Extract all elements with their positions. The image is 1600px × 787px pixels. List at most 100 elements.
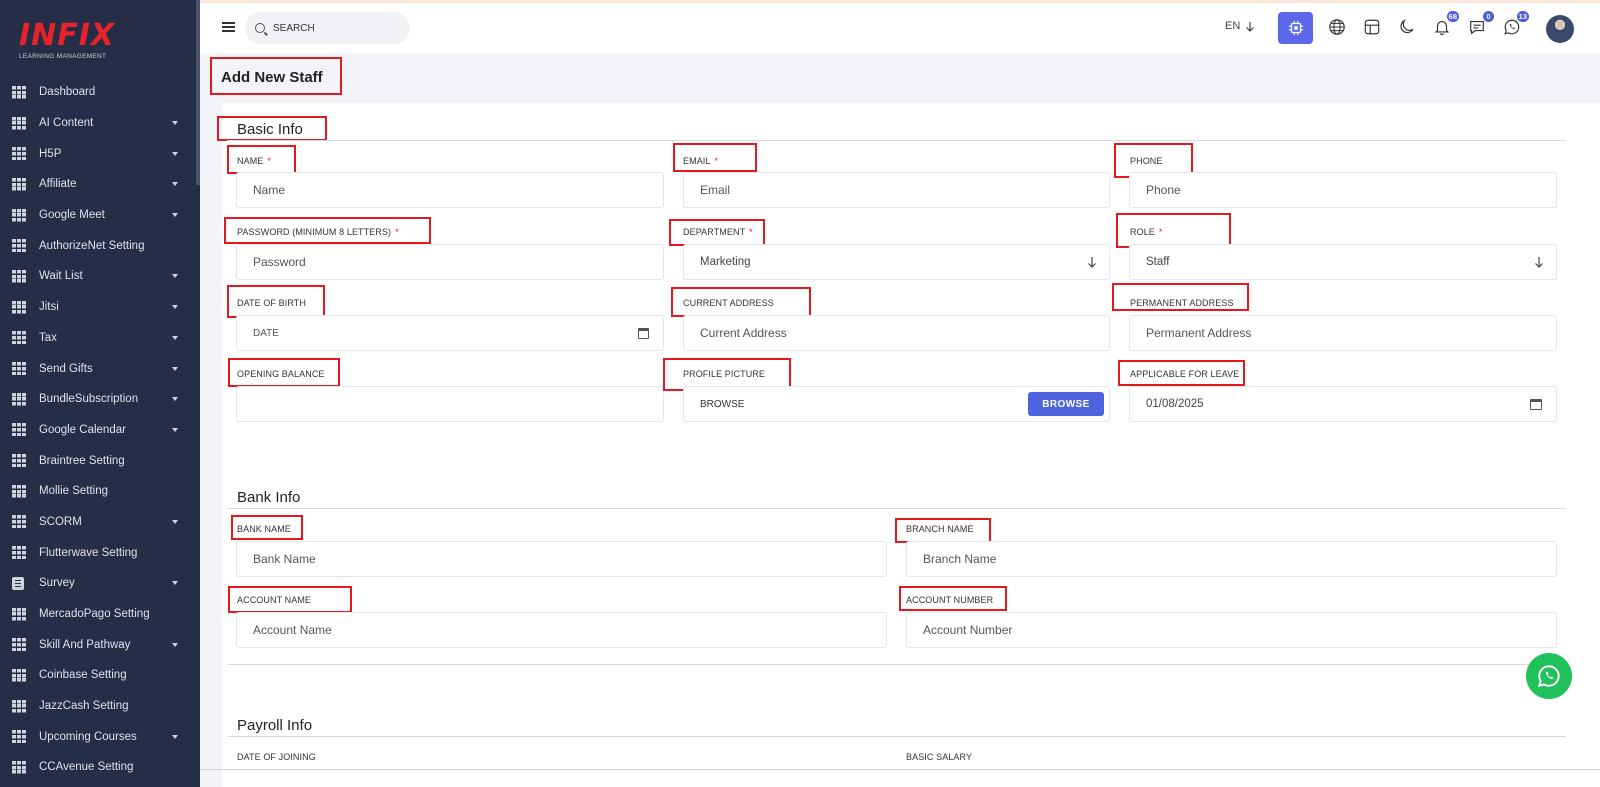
survey-icon (12, 576, 24, 590)
email-field[interactable] (683, 172, 1110, 208)
sidebar-item-scorm[interactable]: SCORM (0, 507, 200, 538)
leave-date-field[interactable]: 01/08/2025 (1129, 386, 1557, 422)
caret-down-icon[interactable] (172, 397, 178, 402)
caret-down-icon[interactable] (172, 213, 178, 218)
phone-field[interactable] (1129, 172, 1557, 208)
email-input[interactable] (700, 183, 1109, 197)
caret-down-icon[interactable] (172, 121, 178, 126)
account-name-input[interactable] (253, 623, 886, 637)
caret-down-icon[interactable] (172, 427, 178, 432)
whatsapp-icon[interactable]: 13 (1500, 10, 1530, 39)
sidebar-item-label: AuthorizeNet Setting (39, 239, 145, 252)
caret-down-icon[interactable] (172, 734, 178, 739)
caret-down-icon[interactable] (172, 305, 178, 310)
caret-down-icon[interactable] (172, 642, 178, 647)
dob-label-highlight (227, 285, 325, 318)
sidebar-item-google-meet[interactable]: Google Meet (0, 200, 200, 231)
name-field[interactable] (236, 172, 664, 208)
sidebar-item-label: H5P (39, 147, 62, 160)
language-selector[interactable]: EN (1225, 20, 1255, 32)
name-input[interactable] (253, 183, 663, 197)
sidebar-item-google-calendar[interactable]: Google Calendar (0, 415, 200, 446)
caret-down-icon[interactable] (172, 366, 178, 371)
calendar-icon[interactable] (1530, 398, 1542, 410)
sidebar-item-bundlesubscription[interactable]: BundleSubscription (0, 384, 200, 415)
grid-icon (12, 392, 26, 406)
payroll-info-divider (227, 736, 1566, 737)
account-number-input[interactable] (923, 623, 1556, 637)
sidebar-item-wait-list[interactable]: Wait List (0, 261, 200, 292)
sidebar-item-dashboard[interactable]: Dashboard (0, 77, 200, 108)
browse-button[interactable]: BROWSE (1028, 392, 1104, 416)
sidebar-item-jazzcash-setting[interactable]: JazzCash Setting (0, 691, 200, 722)
role-select[interactable]: Staff (1129, 244, 1557, 280)
sidebar-item-flutterwave-setting[interactable]: Flutterwave Setting (0, 537, 200, 568)
opening-balance-input[interactable] (253, 397, 663, 411)
search-box[interactable] (245, 12, 410, 44)
sidebar-item-label: Google Calendar (39, 423, 126, 436)
sidebar-item-label: Google Meet (39, 209, 105, 222)
caret-down-icon[interactable] (172, 182, 178, 187)
phone-input[interactable] (1146, 183, 1556, 197)
menu-toggle-icon[interactable] (222, 22, 235, 32)
name-label-highlight (227, 145, 296, 174)
bank-name-input[interactable] (253, 552, 886, 566)
user-avatar[interactable] (1546, 15, 1574, 43)
opening-balance-field[interactable] (236, 386, 664, 422)
sidebar-item-label: Braintree Setting (39, 454, 125, 467)
sidebar-item-skill-and-pathway[interactable]: Skill And Pathway (0, 629, 200, 660)
sidebar-item-braintree-setting[interactable]: Braintree Setting (0, 445, 200, 476)
account-number-field[interactable] (906, 612, 1557, 648)
branch-name-field[interactable] (906, 541, 1557, 577)
sidebar-item-send-gifts[interactable]: Send Gifts (0, 353, 200, 384)
password-input[interactable] (253, 255, 663, 269)
whatsapp-icon (1537, 665, 1560, 688)
department-value: Marketing (700, 256, 751, 268)
account-name-field[interactable] (236, 612, 887, 648)
permanent-address-input[interactable] (1146, 326, 1556, 340)
caret-down-icon[interactable] (172, 335, 178, 340)
sidebar-item-label: MercadoPago Setting (39, 608, 150, 621)
sidebar-item-mollie-setting[interactable]: Mollie Setting (0, 476, 200, 507)
brand-logo[interactable]: INFIX LEARNING MANAGEMENT (19, 20, 129, 64)
dob-input[interactable] (253, 327, 638, 339)
branch-name-label-highlight (895, 518, 991, 543)
current-address-field[interactable] (683, 315, 1110, 351)
sidebar-item-label: Flutterwave Setting (39, 546, 138, 559)
sidebar: INFIX LEARNING MANAGEMENT Dashboard AI Co… (0, 0, 200, 787)
sidebar-item-h5p[interactable]: H5P (0, 138, 200, 169)
sidebar-item-upcoming-courses[interactable]: Upcoming Courses (0, 721, 200, 752)
branch-name-input[interactable] (923, 552, 1556, 566)
sidebar-item-affiliate[interactable]: Affiliate (0, 169, 200, 200)
whatsapp-chat-button[interactable] (1526, 653, 1572, 699)
sidebar-item-coinbase-setting[interactable]: Coinbase Setting (0, 660, 200, 691)
search-input[interactable] (273, 22, 393, 34)
date-of-joining-label: DATE OF JOINING (237, 752, 316, 762)
sidebar-item-ccavenue-setting[interactable]: CCAvenue Setting (0, 752, 200, 783)
layout-icon[interactable] (1360, 15, 1384, 39)
password-field[interactable] (236, 244, 664, 280)
chip-icon[interactable] (1278, 12, 1313, 44)
sidebar-item-authorizenet-setting[interactable]: AuthorizeNet Setting (0, 230, 200, 261)
sidebar-item-label: CCAvenue Setting (39, 761, 134, 774)
profile-picture-field[interactable]: BROWSE BROWSE (683, 386, 1110, 422)
caret-down-icon[interactable] (172, 151, 178, 156)
globe-icon[interactable] (1325, 15, 1349, 39)
sidebar-item-jitsi[interactable]: Jitsi (0, 292, 200, 323)
caret-down-icon[interactable] (172, 581, 178, 586)
sidebar-item-tax[interactable]: Tax (0, 323, 200, 354)
caret-down-icon[interactable] (172, 519, 178, 524)
chat-icon[interactable]: 0 (1465, 10, 1495, 39)
permanent-address-field[interactable] (1129, 315, 1557, 351)
department-select[interactable]: Marketing (683, 244, 1110, 280)
calendar-icon[interactable] (637, 327, 649, 339)
sidebar-item-ai-content[interactable]: AI Content (0, 108, 200, 139)
bell-icon[interactable]: 68 (1430, 10, 1460, 39)
sidebar-item-mercadopago-setting[interactable]: MercadoPago Setting (0, 599, 200, 630)
current-address-input[interactable] (700, 326, 1109, 340)
dob-field[interactable] (236, 315, 664, 351)
caret-down-icon[interactable] (172, 274, 178, 279)
sidebar-item-survey[interactable]: Survey (0, 568, 200, 599)
moon-icon[interactable] (1395, 15, 1419, 39)
bank-name-field[interactable] (236, 541, 887, 577)
